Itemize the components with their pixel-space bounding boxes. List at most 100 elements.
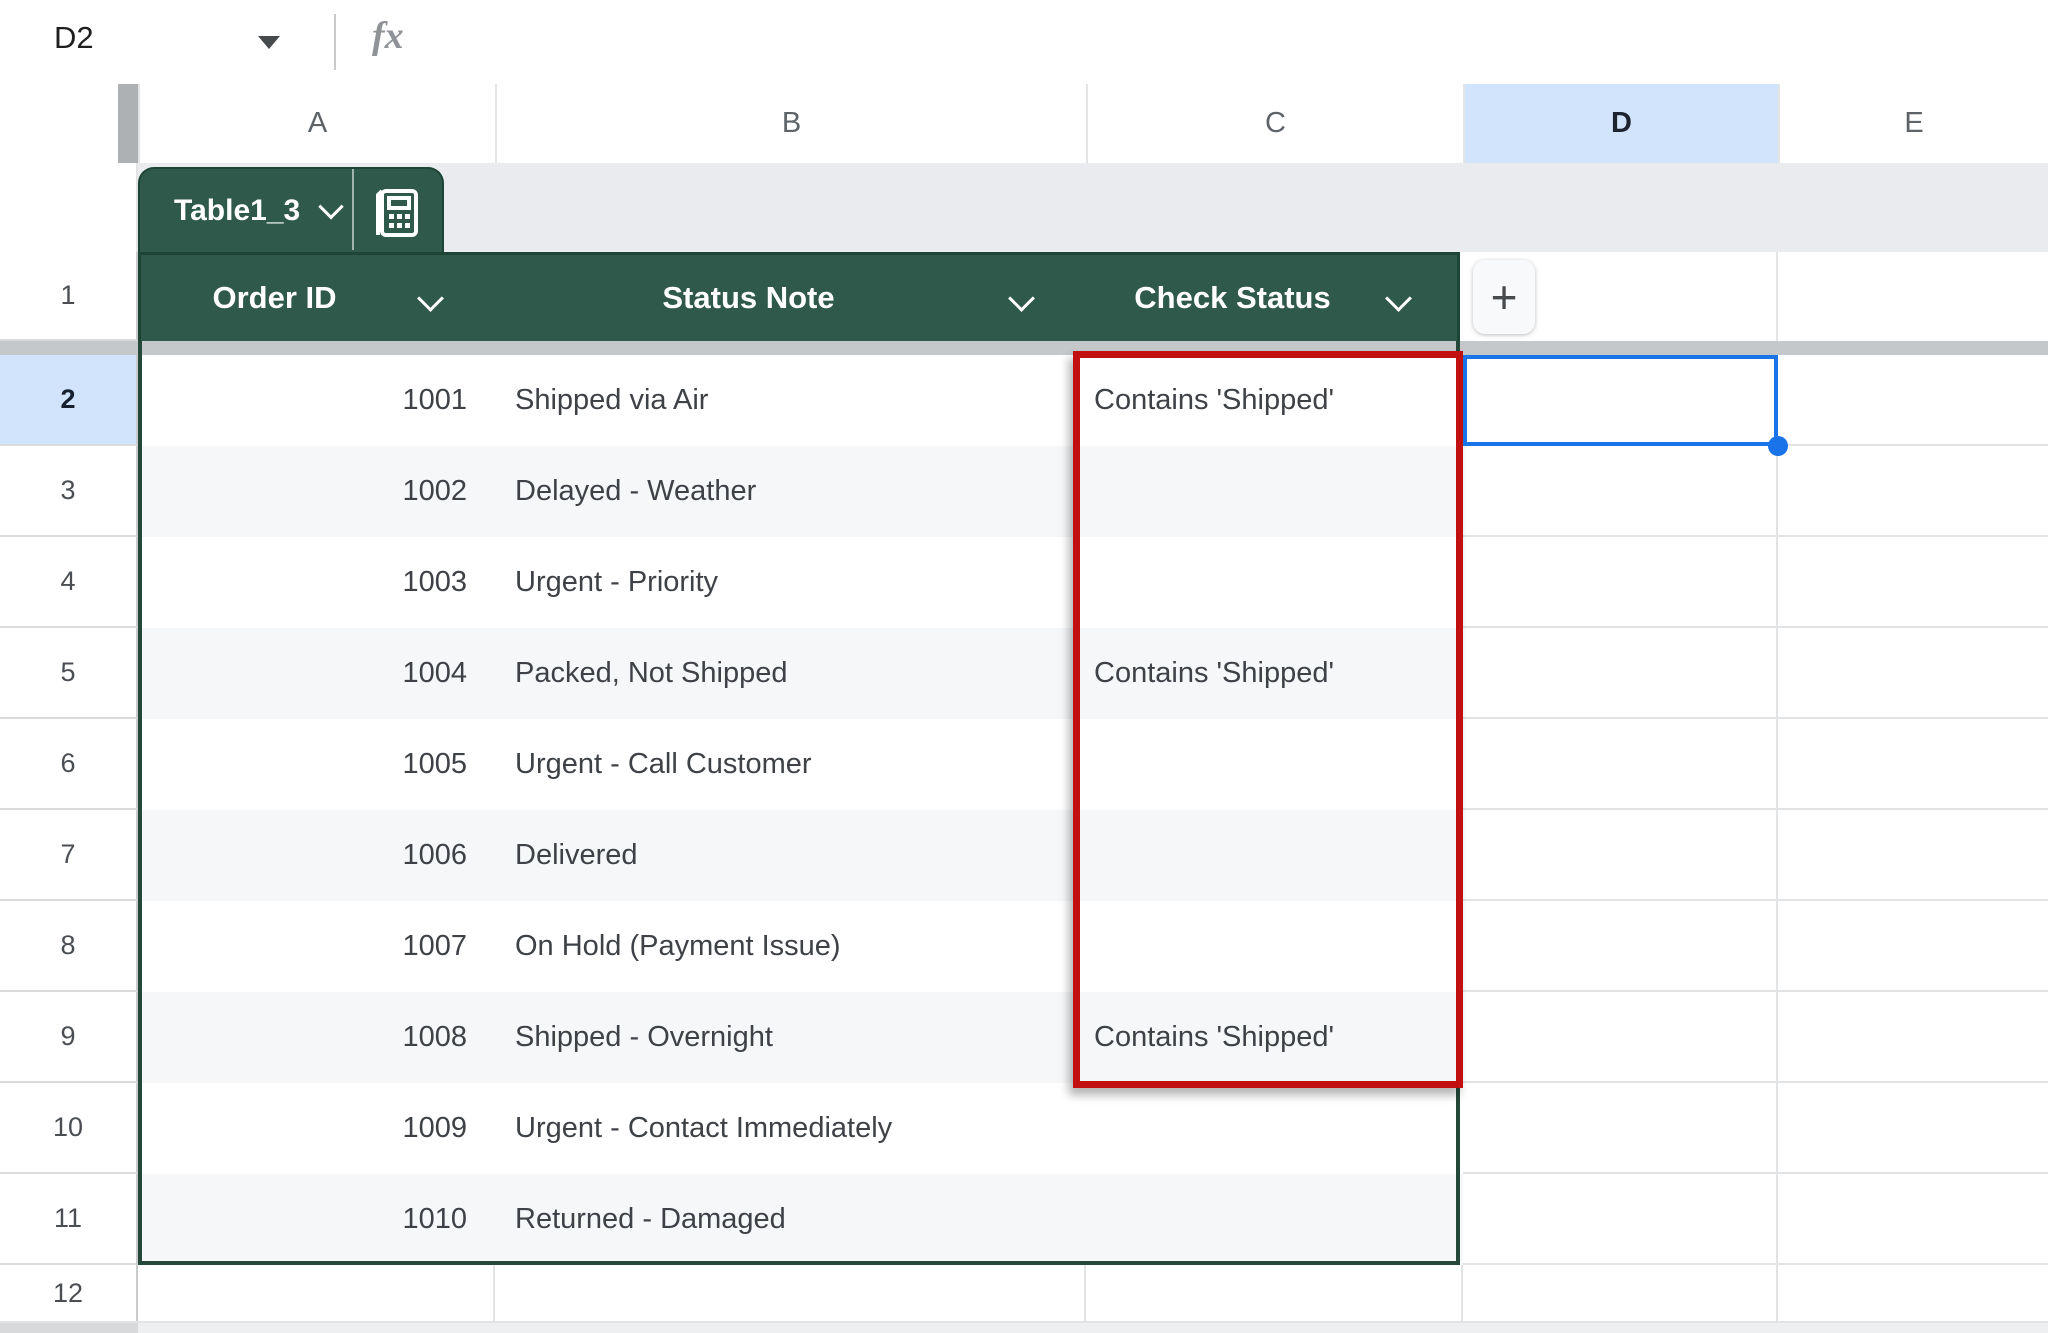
row-header-10[interactable]: 10: [0, 1083, 138, 1174]
cell-C10[interactable]: [1086, 1083, 1463, 1174]
fill-handle[interactable]: [1768, 436, 1788, 456]
cell-A5[interactable]: 1004: [138, 628, 495, 719]
cell-E6[interactable]: [1778, 719, 2048, 810]
formula-bar: D2 fx: [0, 0, 2048, 86]
bottom-edge-strip: [0, 1323, 2048, 1333]
table-left-border: [138, 341, 142, 1265]
cell-D5[interactable]: [1463, 628, 1778, 719]
cell-C8[interactable]: [1086, 901, 1463, 992]
cell-B11[interactable]: Returned - Damaged: [495, 1174, 1086, 1265]
table-tab-band: Table1_3: [0, 163, 2048, 252]
row-header-9[interactable]: 9: [0, 992, 138, 1083]
table-header-row: Order IDStatus NoteCheck Status: [138, 252, 1460, 341]
cell-E1[interactable]: [1778, 252, 2048, 341]
table-name-chip[interactable]: Table1_3: [138, 167, 444, 252]
cell-B6[interactable]: Urgent - Call Customer: [495, 719, 1086, 810]
cell-C2[interactable]: Contains 'Shipped': [1086, 355, 1463, 446]
row-header-12[interactable]: 12: [0, 1265, 138, 1323]
tab-band-row-header: [0, 163, 138, 252]
table-menu-chevron-icon[interactable]: [318, 194, 343, 219]
cell-E10[interactable]: [1778, 1083, 2048, 1174]
column-header-E[interactable]: E: [1778, 84, 2048, 163]
freeze-corner-handle[interactable]: [118, 84, 138, 163]
table-header-label: Order ID: [141, 255, 498, 341]
cell-E11[interactable]: [1778, 1174, 2048, 1265]
row-header-3[interactable]: 3: [0, 446, 138, 537]
cell-C3[interactable]: [1086, 446, 1463, 537]
cell-B8[interactable]: On Hold (Payment Issue): [495, 901, 1086, 992]
column-header-B[interactable]: B: [495, 84, 1086, 163]
column-header-strip: ABCDE: [0, 84, 2048, 165]
cell-B7[interactable]: Delivered: [495, 810, 1086, 901]
row-header-5[interactable]: 5: [0, 628, 138, 719]
cell-E4[interactable]: [1778, 537, 2048, 628]
cell-C12[interactable]: [1086, 1265, 1463, 1323]
cell-D8[interactable]: [1463, 901, 1778, 992]
cell-A7[interactable]: 1006: [138, 810, 495, 901]
cell-E8[interactable]: [1778, 901, 2048, 992]
chip-divider: [352, 169, 354, 250]
cell-B12[interactable]: [495, 1265, 1086, 1323]
cell-E7[interactable]: [1778, 810, 2048, 901]
table-header-cell-3[interactable]: Check Status: [1089, 255, 1466, 341]
row-header-11[interactable]: 11: [0, 1174, 138, 1265]
cell-D6[interactable]: [1463, 719, 1778, 810]
name-box-dropdown-icon[interactable]: [258, 36, 280, 49]
row-header-8[interactable]: 8: [0, 901, 138, 992]
cell-A10[interactable]: 1009: [138, 1083, 495, 1174]
cell-B5[interactable]: Packed, Not Shipped: [495, 628, 1086, 719]
cell-D11[interactable]: [1463, 1174, 1778, 1265]
cell-C4[interactable]: [1086, 537, 1463, 628]
formula-bar-divider: [334, 14, 336, 70]
cell-C5[interactable]: Contains 'Shipped': [1086, 628, 1463, 719]
row-header-2[interactable]: 2: [0, 355, 138, 446]
column-header-D[interactable]: D: [1463, 84, 1778, 163]
cell-A9[interactable]: 1008: [138, 992, 495, 1083]
cell-E9[interactable]: [1778, 992, 2048, 1083]
cell-C6[interactable]: [1086, 719, 1463, 810]
fx-icon: fx: [372, 14, 404, 58]
cell-D3[interactable]: [1463, 446, 1778, 537]
cell-D7[interactable]: [1463, 810, 1778, 901]
cell-A4[interactable]: 1003: [138, 537, 495, 628]
frozen-row-divider[interactable]: [0, 341, 2048, 355]
table-grid-icon[interactable]: [372, 185, 424, 246]
cell-A2[interactable]: 1001: [138, 355, 495, 446]
cell-D4[interactable]: [1463, 537, 1778, 628]
table-name-label: Table1_3: [174, 194, 300, 228]
cell-A11[interactable]: 1010: [138, 1174, 495, 1265]
name-box[interactable]: D2: [54, 20, 94, 56]
table-right-border: [1456, 341, 1460, 1265]
cell-B10[interactable]: Urgent - Contact Immediately: [495, 1083, 1086, 1174]
cell-D10[interactable]: [1463, 1083, 1778, 1174]
cell-B3[interactable]: Delayed - Weather: [495, 446, 1086, 537]
cell-D12[interactable]: [1463, 1265, 1778, 1323]
cell-C9[interactable]: Contains 'Shipped': [1086, 992, 1463, 1083]
bottom-edge-strip-rowheader: [0, 1323, 138, 1333]
cell-A3[interactable]: 1002: [138, 446, 495, 537]
cell-D9[interactable]: [1463, 992, 1778, 1083]
cell-C11[interactable]: [1086, 1174, 1463, 1265]
column-header-A[interactable]: A: [138, 84, 495, 163]
cell-B4[interactable]: Urgent - Priority: [495, 537, 1086, 628]
cell-C7[interactable]: [1086, 810, 1463, 901]
cell-A6[interactable]: 1005: [138, 719, 495, 810]
active-cell-selection[interactable]: [1463, 355, 1778, 446]
table-header-cell-2[interactable]: Status Note: [498, 255, 1089, 341]
row-header-4[interactable]: 4: [0, 537, 138, 628]
cell-E2[interactable]: [1778, 355, 2048, 446]
row-header-1[interactable]: 1: [0, 252, 138, 341]
cell-B9[interactable]: Shipped - Overnight: [495, 992, 1086, 1083]
cell-D1[interactable]: +: [1463, 252, 1778, 341]
row-header-7[interactable]: 7: [0, 810, 138, 901]
cell-E12[interactable]: [1778, 1265, 2048, 1323]
cell-B2[interactable]: Shipped via Air: [495, 355, 1086, 446]
column-header-C[interactable]: C: [1086, 84, 1463, 163]
row-header-6[interactable]: 6: [0, 719, 138, 810]
cell-E5[interactable]: [1778, 628, 2048, 719]
cell-A8[interactable]: 1007: [138, 901, 495, 992]
cell-A12[interactable]: [138, 1265, 495, 1323]
cell-E3[interactable]: [1778, 446, 2048, 537]
add-column-button[interactable]: +: [1473, 260, 1535, 334]
table-header-cell-1[interactable]: Order ID: [141, 255, 498, 341]
